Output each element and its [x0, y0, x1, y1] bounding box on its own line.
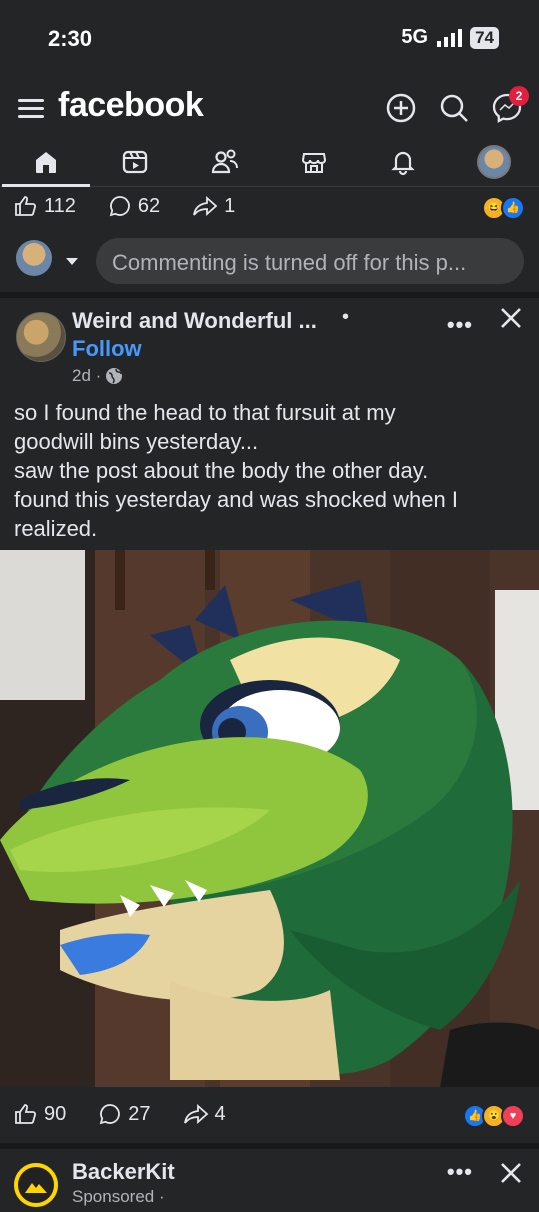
advertiser-name[interactable]: BackerKit: [72, 1159, 175, 1185]
avatar: [477, 145, 511, 179]
thumbs-up-icon: [15, 1104, 37, 1124]
like-button[interactable]: 90: [14, 1102, 66, 1126]
create-icon[interactable]: [385, 92, 417, 124]
like-count: 112: [44, 194, 76, 217]
search-icon[interactable]: [438, 92, 470, 124]
post-text-line: saw the post about the body the other da…: [14, 458, 429, 483]
chevron-down-icon[interactable]: [66, 258, 78, 265]
globe-icon: [106, 368, 123, 384]
love-icon: ♥: [501, 1104, 525, 1128]
mountain-icon: [14, 1163, 58, 1207]
post-photo[interactable]: [0, 550, 539, 1087]
marketplace-icon: [301, 153, 327, 173]
avatar[interactable]: [16, 240, 52, 276]
comment-icon: [99, 1104, 121, 1125]
status-time: 2:30: [48, 26, 93, 51]
tab-bar: [0, 138, 539, 187]
tab-video[interactable]: [105, 142, 165, 182]
app-bar: facebook 2: [0, 80, 539, 138]
post-meta: 2d ·: [72, 366, 123, 386]
facebook-logo[interactable]: facebook: [58, 86, 204, 125]
comment-input[interactable]: Commenting is turned off for this p...: [96, 238, 524, 284]
post-text-line: found this yesterday and was shocked whe…: [14, 487, 458, 512]
tab-notifications[interactable]: [373, 142, 433, 182]
tab-friends[interactable]: [195, 142, 255, 182]
menu-icon[interactable]: [18, 96, 44, 120]
follow-button[interactable]: Follow: [72, 336, 142, 362]
more-options-icon[interactable]: •••: [447, 312, 473, 338]
share-count: 4: [214, 1102, 226, 1125]
tab-marketplace[interactable]: [284, 142, 344, 182]
post-header: Weird and Wonderful ... • Follow 2d · ••…: [0, 298, 539, 398]
separator-dot: •: [342, 306, 350, 328]
tab-home[interactable]: [2, 142, 90, 187]
close-icon[interactable]: [497, 1159, 525, 1187]
network-label: 5G: [401, 26, 429, 48]
post-text-line: so I found the head to that fursuit at m…: [14, 400, 396, 425]
post-time[interactable]: 2d ·: [72, 366, 101, 386]
share-button[interactable]: 1: [192, 194, 235, 218]
messenger-button[interactable]: 2: [491, 86, 529, 124]
bell-icon: [391, 151, 415, 176]
tab-profile[interactable]: [464, 142, 524, 182]
post-text-line: realized.: [14, 516, 98, 541]
comment-bar: Commenting is turned off for this p...: [0, 228, 539, 298]
prev-post-reactions: 112 62 1 😆 👍: [0, 186, 539, 226]
comment-placeholder: Commenting is turned off for this p...: [112, 250, 467, 275]
sponsored-post-header: BackerKit Sponsored · •••: [0, 1143, 539, 1207]
thumbs-up-icon: [15, 196, 37, 216]
like-reaction-icon: 👍: [501, 196, 525, 220]
battery-level: 74: [470, 26, 499, 49]
post-reactions: 90 27 4 👍 😮 ♥: [0, 1094, 539, 1134]
comment-button[interactable]: 62: [108, 194, 160, 218]
like-button[interactable]: 112: [14, 194, 76, 218]
post-text-line: goodwill bins yesterday...: [14, 429, 259, 454]
comment-count: 62: [137, 194, 161, 217]
post-text: so I found the head to that fursuit at m…: [14, 398, 524, 543]
comment-count: 27: [128, 1102, 151, 1125]
share-icon: [183, 1103, 208, 1125]
share-icon: [193, 195, 218, 217]
more-options-icon[interactable]: •••: [447, 1159, 473, 1185]
status-indicators: 5G 74: [401, 26, 499, 49]
like-count: 90: [44, 1102, 67, 1125]
backerkit-logo[interactable]: [14, 1163, 58, 1207]
signal-icon: [437, 28, 463, 47]
sponsored-label: Sponsored ·: [72, 1187, 165, 1206]
messenger-badge: 2: [509, 86, 529, 106]
reaction-summary[interactable]: 😆 👍: [482, 196, 525, 220]
reaction-summary[interactable]: 👍 😮 ♥: [463, 1104, 525, 1128]
share-button[interactable]: 4: [183, 1102, 226, 1126]
avatar[interactable]: [16, 312, 66, 362]
comment-icon: [109, 196, 130, 217]
status-bar: 2:30 5G 74: [0, 0, 539, 80]
close-icon[interactable]: [497, 304, 525, 332]
friends-icon: [211, 149, 238, 174]
fursuit-head-image: [0, 550, 539, 1087]
video-icon: [122, 150, 148, 174]
home-icon: [36, 152, 56, 173]
page-name[interactable]: Weird and Wonderful ...: [72, 308, 317, 334]
share-count: 1: [224, 194, 236, 217]
comment-button[interactable]: 27: [98, 1102, 151, 1126]
